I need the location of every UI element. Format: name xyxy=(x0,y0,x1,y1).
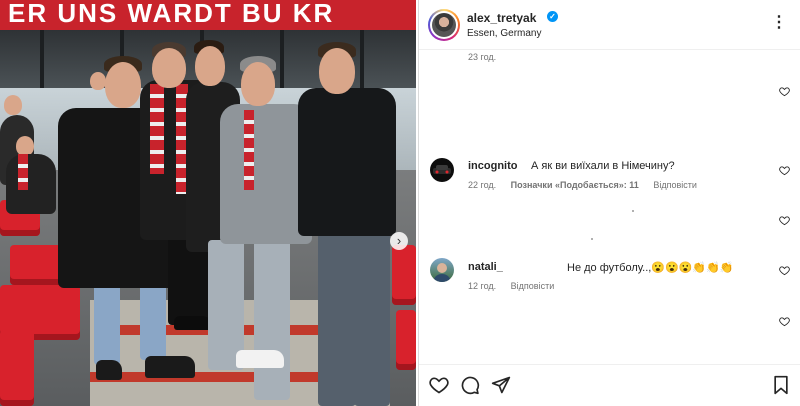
divider-dot xyxy=(591,238,593,240)
heart-icon[interactable] xyxy=(779,265,790,276)
heart-icon[interactable] xyxy=(779,215,790,226)
comment-timestamp: 23 год. xyxy=(468,52,497,62)
verified-badge-icon: ✓ xyxy=(547,11,558,22)
stadium-seat xyxy=(0,330,34,406)
comment-likes-count[interactable]: Позначки «Подобається»: 11 xyxy=(511,180,639,190)
stadium-seat xyxy=(392,245,416,305)
more-options-icon[interactable]: ⋮ xyxy=(771,12,787,32)
comment-meta: 12 год. Відповісти xyxy=(468,281,566,291)
post-header: alex_tretyak ✓ Essen, Germany ⋮ xyxy=(419,0,800,50)
reply-button[interactable]: Відповісти xyxy=(653,180,697,190)
divider-dot xyxy=(632,210,634,212)
next-photo-button[interactable]: › xyxy=(390,232,408,250)
post-action-bar xyxy=(419,364,800,406)
post-sidebar: alex_tretyak ✓ Essen, Germany ⋮ 23 год. … xyxy=(418,0,800,406)
comment-username[interactable]: incognito xyxy=(468,160,518,172)
like-heart-icon[interactable] xyxy=(429,375,449,395)
comment-time: 22 год. xyxy=(468,180,497,190)
comment-time: 12 год. xyxy=(468,281,497,291)
car-avatar-icon xyxy=(433,165,451,174)
comment-text: А як ви виїхали в Німечину? xyxy=(531,160,675,172)
post-photo[interactable]: ER UNS WARDT BU KR › xyxy=(0,0,416,406)
heart-icon[interactable] xyxy=(779,316,790,327)
comment-text: Не до футболу..,😮😮😮👏👏👏 xyxy=(567,262,734,274)
author-avatar[interactable] xyxy=(428,9,460,41)
comment-username[interactable]: natali_ xyxy=(468,261,503,273)
comment-icon[interactable] xyxy=(460,375,480,395)
stadium-banner: ER UNS WARDT BU KR xyxy=(0,0,416,30)
post-location[interactable]: Essen, Germany xyxy=(467,28,541,39)
commenter-avatar[interactable] xyxy=(430,158,454,182)
author-username[interactable]: alex_tretyak xyxy=(467,11,536,25)
person-avatar-icon xyxy=(433,263,451,282)
stadium-seat xyxy=(396,310,416,370)
commenter-avatar[interactable] xyxy=(430,258,454,282)
heart-icon[interactable] xyxy=(779,86,790,97)
heart-icon[interactable] xyxy=(779,165,790,176)
comment-meta: 22 год. Позначки «Подобається»: 11 Відпо… xyxy=(468,180,709,190)
bookmark-icon[interactable] xyxy=(771,375,791,395)
share-icon[interactable] xyxy=(491,375,511,395)
reply-button[interactable]: Відповісти xyxy=(511,281,555,291)
